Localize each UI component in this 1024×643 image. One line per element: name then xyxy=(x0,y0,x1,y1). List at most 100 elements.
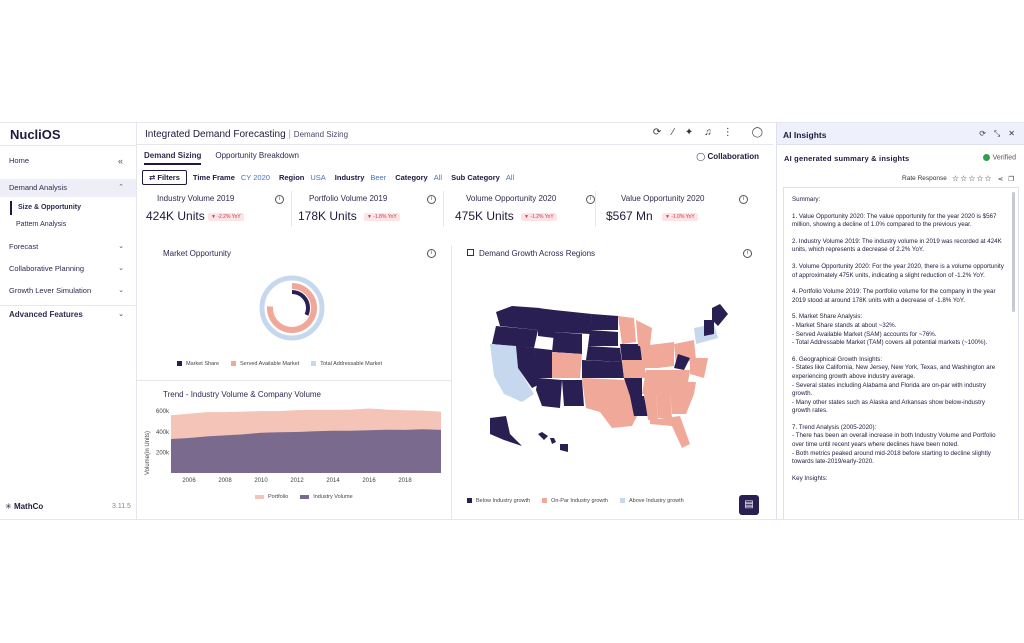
sidebar-item-advanced-features[interactable]: Advanced Features ⌄ xyxy=(0,306,136,324)
sidebar-item-home[interactable]: Home « xyxy=(0,152,136,170)
state-region[interactable] xyxy=(690,358,708,378)
legend-item-industry-volume: Industry Volume xyxy=(300,494,353,500)
state-region[interactable] xyxy=(590,314,618,330)
summary-paragraph: 6. Geographical Growth Insights: - State… xyxy=(792,355,996,415)
sidebar-subitem-size-opportunity[interactable]: Size & Opportunity xyxy=(10,201,120,215)
info-icon[interactable]: i xyxy=(427,195,436,204)
state-region[interactable] xyxy=(644,370,690,382)
state-region[interactable] xyxy=(586,346,622,362)
state-region[interactable] xyxy=(650,416,690,448)
collapse-icon[interactable]: ⤡ xyxy=(994,129,1000,139)
state-region[interactable] xyxy=(588,330,618,346)
sidebar-item-demand-analysis[interactable]: Demand Analysis ⌃ xyxy=(0,179,136,197)
state-region[interactable] xyxy=(644,394,658,420)
legend-item-market-share: Market Share xyxy=(177,361,219,367)
kpi-card-volume-opportunity: Volume Opportunity 2020 i 475K Units ▼ -… xyxy=(446,191,596,227)
checkbox-icon[interactable] xyxy=(467,249,474,256)
legend-item-on-par: On-Par Industry growth xyxy=(542,498,608,504)
star-rating[interactable]: ☆☆☆☆☆ xyxy=(952,174,993,183)
summary-paragraph: 1. Value Opportunity 2020: The value opp… xyxy=(792,212,997,229)
state-region[interactable] xyxy=(582,360,624,378)
sidebar-subitem-pattern-analysis[interactable]: Pattern Analysis xyxy=(10,218,120,232)
divider xyxy=(451,245,452,519)
state-region[interactable] xyxy=(658,342,674,368)
filter-label-region: Region xyxy=(278,172,305,182)
sparkle-icon[interactable]: ✦ xyxy=(685,127,693,138)
report-button[interactable]: ▤ xyxy=(739,495,759,515)
state-region[interactable] xyxy=(536,378,562,408)
tab-demand-sizing[interactable]: Demand Sizing xyxy=(144,151,202,165)
state-region[interactable] xyxy=(496,306,540,330)
summary-paragraph: 3. Volume Opportunity 2020: For the year… xyxy=(792,262,1004,279)
map-title: Demand Growth Across Regions xyxy=(467,249,595,258)
filter-bar: ⇄ Filters Time Frame CY 2020 Region USA … xyxy=(142,169,517,185)
state-region[interactable] xyxy=(712,304,728,326)
filter-value-region[interactable]: USA xyxy=(310,173,325,182)
kpi-title: Portfolio Volume 2019 xyxy=(309,194,388,203)
user-avatar-icon[interactable]: ◯ xyxy=(752,127,763,138)
info-icon[interactable]: i xyxy=(275,195,284,204)
state-region[interactable] xyxy=(670,394,694,414)
state-region[interactable] xyxy=(620,344,642,360)
sidebar-item-collaborative-planning[interactable]: Collaborative Planning ⌄ xyxy=(0,260,136,278)
state-region[interactable] xyxy=(538,308,554,338)
state-region[interactable] xyxy=(704,320,714,336)
collaboration-button[interactable]: ◯ Collaboration xyxy=(696,152,759,161)
bell-icon[interactable]: ♫ xyxy=(704,127,712,138)
sidebar-item-growth-lever-simulation[interactable]: Growth Lever Simulation ⌄ xyxy=(0,282,136,300)
chevron-down-icon: ⌄ xyxy=(118,265,124,272)
state-region[interactable] xyxy=(636,320,652,346)
sidebar-item-forecast[interactable]: Forecast ⌄ xyxy=(0,238,136,256)
trend-chart: Volume(in Units) 200k 400k 600k 2006 2008 20… xyxy=(145,408,441,483)
kpi-title: Volume Opportunity 2020 xyxy=(466,194,557,203)
copy-icon[interactable]: ❐ xyxy=(1008,175,1014,183)
scrollbar[interactable] xyxy=(1012,192,1015,312)
state-region[interactable] xyxy=(642,382,696,394)
kpi-card-industry-volume: Industry Volume 2019 i 424K Units ▼ -2.2… xyxy=(142,191,292,227)
filters-button[interactable]: ⇄ Filters xyxy=(142,169,187,185)
refresh-icon[interactable]: ⟳ xyxy=(653,127,661,138)
app-version: 3.11.5 xyxy=(112,503,131,510)
info-icon[interactable]: i xyxy=(743,249,752,258)
state-region[interactable] xyxy=(490,416,522,446)
state-region[interactable] xyxy=(622,360,646,378)
info-icon[interactable]: i xyxy=(586,195,595,204)
x-tick-label: 2008 xyxy=(218,478,232,483)
page-title: Integrated Demand Forecasting | Demand S… xyxy=(145,129,349,140)
toolbar-icons: ⟳ ⁄ ✦ ♫ ⋮ ◯ xyxy=(653,127,763,138)
magic-wand-icon[interactable]: ⁄ xyxy=(672,127,674,138)
kpi-title: Industry Volume 2019 xyxy=(157,194,235,203)
filter-value-industry[interactable]: Beer xyxy=(370,173,386,182)
double-chevron-left-icon[interactable]: « xyxy=(118,152,123,170)
state-region[interactable] xyxy=(562,380,584,406)
info-icon[interactable]: i xyxy=(427,249,436,258)
y-tick-label: 600k xyxy=(156,409,170,415)
state-region[interactable] xyxy=(552,352,582,378)
sidebar-item-label: Forecast xyxy=(9,242,39,251)
filters-button-label: Filters xyxy=(157,172,180,182)
trend-legend: Portfolio Industry Volume xyxy=(255,494,353,500)
close-icon[interactable]: ✕ xyxy=(1008,129,1015,139)
filter-value-time-frame[interactable]: CY 2020 xyxy=(241,173,270,182)
state-region[interactable] xyxy=(554,310,592,334)
filter-value-category[interactable]: All xyxy=(434,173,442,182)
market-opportunity-title: Market Opportunity xyxy=(163,249,232,258)
state-region[interactable] xyxy=(538,432,568,452)
x-tick-label: 2010 xyxy=(254,478,268,483)
info-icon[interactable]: i xyxy=(739,195,748,204)
refresh-icon[interactable]: ⟳ xyxy=(979,129,986,139)
chat-bubble-icon: ◯ xyxy=(696,152,706,161)
filter-label-industry: Industry xyxy=(334,172,365,182)
tab-opportunity-breakdown[interactable]: Opportunity Breakdown xyxy=(215,151,299,165)
state-region[interactable] xyxy=(552,332,582,354)
state-region[interactable] xyxy=(618,316,636,344)
filter-sliders-icon: ⇄ xyxy=(149,172,156,182)
ai-subtitle: AI generated summary & insights xyxy=(784,154,910,163)
kpi-row: Industry Volume 2019 i 424K Units ▼ -2.2… xyxy=(142,191,762,229)
filter-value-sub-category[interactable]: All xyxy=(506,173,514,182)
map-title-text: Demand Growth Across Regions xyxy=(479,249,596,258)
more-vertical-icon[interactable]: ⋮ xyxy=(723,127,733,138)
state-region[interactable] xyxy=(656,394,672,418)
share-icon[interactable]: ⋖ xyxy=(998,175,1003,183)
check-circle-icon xyxy=(982,154,990,161)
